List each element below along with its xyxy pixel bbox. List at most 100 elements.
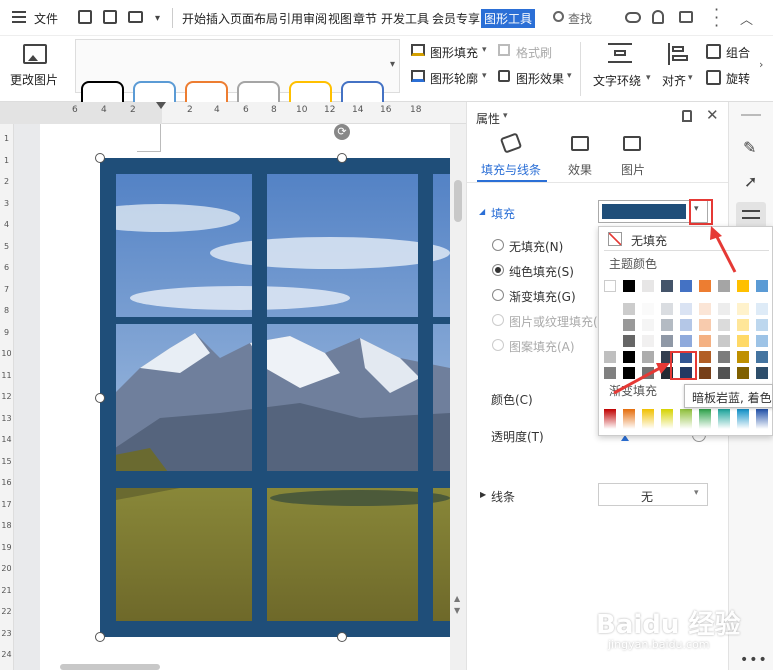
theme-shade-cell[interactable] (604, 335, 616, 347)
theme-shade-cell[interactable] (642, 367, 654, 379)
theme-color-cell[interactable] (718, 280, 730, 292)
tab-member[interactable]: 会员专享 (432, 10, 480, 27)
no-fill-option[interactable]: 无填充 (631, 232, 667, 249)
expand-triangle-icon[interactable]: ▶ (480, 490, 486, 499)
tab-fill-and-line[interactable]: 填充与线条 (481, 161, 541, 178)
theme-shade-cell[interactable] (756, 367, 768, 379)
print-icon[interactable] (128, 11, 143, 23)
edit-pen-icon[interactable]: ✎ (743, 138, 756, 157)
theme-color-cell[interactable] (680, 280, 692, 292)
theme-shade-cell[interactable] (737, 367, 749, 379)
no-fill-label[interactable]: 无填充(N) (509, 238, 563, 255)
theme-shade-cell[interactable] (623, 319, 635, 331)
chevron-down-icon[interactable]: ▾ (567, 71, 572, 81)
shape-outline-icon[interactable] (411, 70, 425, 82)
theme-shade-cell[interactable] (699, 319, 711, 331)
theme-shade-cell[interactable] (623, 351, 635, 363)
save-icon[interactable] (78, 10, 92, 24)
theme-shade-cell[interactable] (699, 335, 711, 347)
rotate-handle-icon[interactable]: ⟳ (334, 124, 350, 140)
export-pdf-icon[interactable] (103, 10, 117, 24)
theme-shade-cell[interactable] (718, 319, 730, 331)
gradient-fill-radio[interactable] (492, 289, 504, 301)
collapse-ribbon-icon[interactable]: ︿ (740, 9, 753, 28)
resize-handle[interactable] (337, 632, 347, 642)
resize-handle[interactable] (337, 153, 347, 163)
theme-shade-cell[interactable] (661, 319, 673, 331)
theme-shade-cell[interactable] (737, 335, 749, 347)
change-picture-icon[interactable] (23, 44, 47, 64)
theme-shade-cell[interactable] (737, 351, 749, 363)
gradient-color-cell[interactable] (699, 409, 711, 429)
gradient-fill-label[interactable]: 渐变填充(G) (509, 288, 576, 305)
tab-chapter[interactable]: 章节 (353, 10, 377, 27)
tab-picture[interactable]: 图片 (621, 161, 645, 178)
gradient-color-cell[interactable] (623, 409, 635, 429)
select-cursor-icon[interactable]: ➚ (744, 172, 757, 191)
theme-color-cell[interactable] (661, 280, 673, 292)
tab-references[interactable]: 引用 (279, 10, 303, 27)
theme-shade-cell[interactable] (737, 303, 749, 315)
tab-review[interactable]: 审阅 (303, 10, 327, 27)
theme-shade-cell[interactable] (699, 367, 711, 379)
resize-handle[interactable] (95, 632, 105, 642)
align-button[interactable]: 对齐 (662, 72, 686, 89)
fill-line-tab-icon[interactable] (499, 132, 523, 154)
shape-fill-button[interactable]: 图形填充 (430, 44, 478, 61)
line-section-title[interactable]: 线条 (491, 488, 515, 505)
theme-shade-cell[interactable] (604, 303, 616, 315)
theme-shade-cell[interactable] (604, 319, 616, 331)
theme-shade-cell[interactable] (756, 351, 768, 363)
theme-shade-cell[interactable] (699, 303, 711, 315)
theme-shade-cell[interactable] (718, 335, 730, 347)
rotate-button[interactable]: 旋转 (726, 70, 750, 87)
gallery-expand-icon[interactable]: ▾ (390, 59, 395, 70)
solid-fill-label[interactable]: 纯色填充(S) (509, 263, 574, 280)
no-fill-radio[interactable] (492, 239, 504, 251)
share-icon[interactable] (679, 11, 693, 23)
tab-insert[interactable]: 插入 (206, 10, 230, 27)
theme-shade-cell[interactable] (699, 351, 711, 363)
theme-shade-cell[interactable] (661, 303, 673, 315)
chevron-down-icon[interactable]: ▾ (482, 45, 487, 55)
more-chevron-icon[interactable]: ▾ (155, 13, 160, 24)
fill-section-title[interactable]: 填充 (491, 205, 515, 222)
theme-shade-cell[interactable] (756, 335, 768, 347)
shape-effect-button[interactable]: 图形效果 (516, 70, 564, 87)
align-icon[interactable] (668, 43, 688, 65)
cloud-sync-icon[interactable] (625, 12, 641, 23)
theme-color-cell[interactable] (699, 280, 711, 292)
chevron-down-icon[interactable]: ▾ (482, 71, 487, 81)
horizontal-scrollbar-thumb[interactable] (60, 664, 160, 670)
picture-tab-icon[interactable] (623, 136, 641, 151)
theme-shade-cell[interactable] (604, 367, 616, 379)
theme-color-cell[interactable] (642, 280, 654, 292)
gradient-color-cell[interactable] (756, 409, 768, 429)
theme-shade-cell[interactable] (623, 303, 635, 315)
resize-handle[interactable] (95, 153, 105, 163)
theme-shade-cell[interactable] (680, 319, 692, 331)
tab-view[interactable]: 视图 (328, 10, 352, 27)
indent-marker-icon[interactable] (156, 102, 166, 109)
text-wrap-icon[interactable] (608, 43, 632, 63)
theme-shade-cell[interactable] (623, 367, 635, 379)
panel-scroll-thumb[interactable] (455, 182, 461, 216)
theme-shade-cell[interactable] (661, 335, 673, 347)
theme-shade-cell[interactable] (642, 351, 654, 363)
scroll-down-icon[interactable]: ▼ (454, 606, 460, 615)
more-icon[interactable]: · · · (714, 2, 719, 34)
effects-tab-icon[interactable] (571, 136, 589, 151)
theme-shade-cell[interactable] (642, 303, 654, 315)
gradient-color-cell[interactable] (642, 409, 654, 429)
hamburger-icon[interactable] (12, 11, 26, 23)
gradient-color-cell[interactable] (737, 409, 749, 429)
theme-color-cell[interactable] (756, 280, 768, 292)
group-button[interactable]: 组合 (726, 44, 750, 61)
theme-shade-cell[interactable] (680, 303, 692, 315)
theme-color-cell[interactable] (737, 280, 749, 292)
solid-fill-radio[interactable] (492, 264, 504, 276)
theme-shade-cell[interactable] (718, 351, 730, 363)
line-select[interactable]: 无 ▾ (598, 483, 708, 506)
theme-shade-cell[interactable] (642, 319, 654, 331)
shape-fill-icon[interactable] (411, 44, 425, 56)
